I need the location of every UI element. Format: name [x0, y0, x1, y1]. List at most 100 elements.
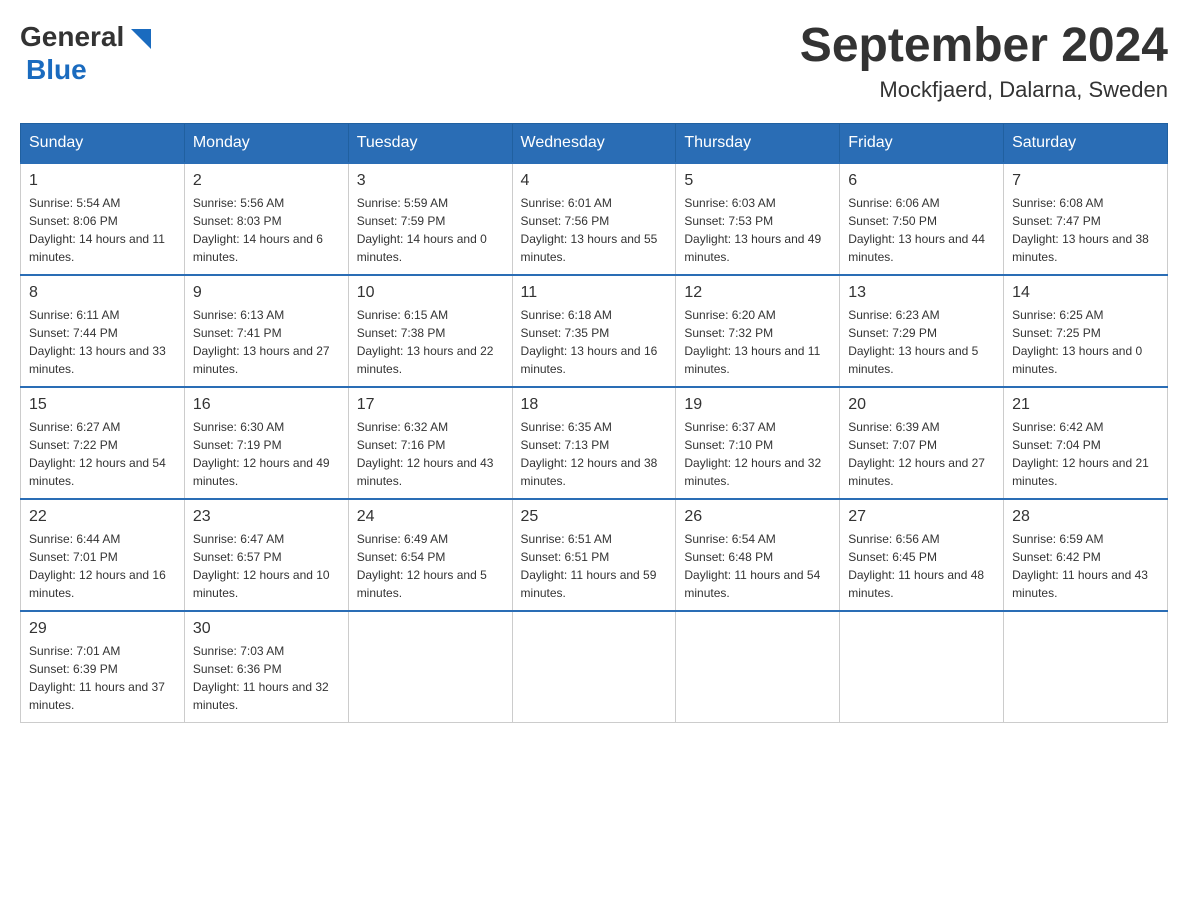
day-number: 7 [1012, 172, 1159, 190]
calendar-cell: 9 Sunrise: 6:13 AMSunset: 7:41 PMDaylight… [184, 275, 348, 387]
day-info: Sunrise: 6:20 AMSunset: 7:32 PMDaylight:… [684, 306, 831, 378]
calendar-week-row: 29Sunrise: 7:01 AMSunset: 6:39 PMDayligh… [21, 611, 1168, 723]
calendar-cell: 2 Sunrise: 5:56 AMSunset: 8:03 PMDaylight… [184, 163, 348, 275]
day-info: Sunrise: 6:27 AMSunset: 7:22 PMDaylight:… [29, 418, 176, 490]
logo-general-text: General [20, 21, 124, 53]
calendar-week-row: 1 Sunrise: 5:54 AMSunset: 8:06 PMDaylight… [21, 163, 1168, 275]
day-info: Sunrise: 6:03 AMSunset: 7:53 PMDaylight:… [684, 194, 831, 266]
day-number: 15 [29, 396, 176, 414]
day-info: Sunrise: 6:06 AMSunset: 7:50 PMDaylight:… [848, 194, 995, 266]
day-number: 20 [848, 396, 995, 414]
logo-triangle-icon [126, 24, 156, 54]
calendar-cell: 30Sunrise: 7:03 AMSunset: 6:36 PMDayligh… [184, 611, 348, 723]
header-wednesday: Wednesday [512, 123, 676, 163]
calendar-cell: 28Sunrise: 6:59 AMSunset: 6:42 PMDayligh… [1004, 499, 1168, 611]
day-number: 3 [357, 172, 504, 190]
calendar-cell [840, 611, 1004, 723]
day-number: 25 [521, 508, 668, 526]
day-number: 6 [848, 172, 995, 190]
day-number: 4 [521, 172, 668, 190]
calendar-cell [676, 611, 840, 723]
calendar-cell: 5 Sunrise: 6:03 AMSunset: 7:53 PMDaylight… [676, 163, 840, 275]
calendar-cell: 23Sunrise: 6:47 AMSunset: 6:57 PMDayligh… [184, 499, 348, 611]
calendar-cell: 14Sunrise: 6:25 AMSunset: 7:25 PMDayligh… [1004, 275, 1168, 387]
day-info: Sunrise: 5:54 AMSunset: 8:06 PMDaylight:… [29, 194, 176, 266]
calendar-cell: 15 Sunrise: 6:27 AMSunset: 7:22 PMDayligh… [21, 387, 185, 499]
day-number: 19 [684, 396, 831, 414]
header-tuesday: Tuesday [348, 123, 512, 163]
day-info: Sunrise: 6:11 AMSunset: 7:44 PMDaylight:… [29, 306, 176, 378]
calendar-table: Sunday Monday Tuesday Wednesday Thursday… [20, 123, 1168, 723]
calendar-cell: 10 Sunrise: 6:15 AMSunset: 7:38 PMDayligh… [348, 275, 512, 387]
day-info: Sunrise: 6:15 AMSunset: 7:38 PMDaylight:… [357, 306, 504, 378]
day-info: Sunrise: 6:56 AMSunset: 6:45 PMDaylight:… [848, 530, 995, 602]
day-info: Sunrise: 6:01 AMSunset: 7:56 PMDaylight:… [521, 194, 668, 266]
day-number: 11 [521, 284, 668, 302]
day-number: 1 [29, 172, 176, 190]
day-number: 28 [1012, 508, 1159, 526]
day-info: Sunrise: 6:35 AMSunset: 7:13 PMDaylight:… [521, 418, 668, 490]
calendar-cell: 11 Sunrise: 6:18 AMSunset: 7:35 PMDayligh… [512, 275, 676, 387]
day-info: Sunrise: 6:30 AMSunset: 7:19 PMDaylight:… [193, 418, 340, 490]
day-info: Sunrise: 5:56 AMSunset: 8:03 PMDaylight:… [193, 194, 340, 266]
calendar-week-row: 15 Sunrise: 6:27 AMSunset: 7:22 PMDayligh… [21, 387, 1168, 499]
calendar-cell: 27 Sunrise: 6:56 AMSunset: 6:45 PMDayligh… [840, 499, 1004, 611]
calendar-cell: 4 Sunrise: 6:01 AMSunset: 7:56 PMDaylight… [512, 163, 676, 275]
calendar-cell: 3 Sunrise: 5:59 AMSunset: 7:59 PMDaylight… [348, 163, 512, 275]
header-monday: Monday [184, 123, 348, 163]
calendar-cell: 8Sunrise: 6:11 AMSunset: 7:44 PMDaylight… [21, 275, 185, 387]
calendar-cell: 1 Sunrise: 5:54 AMSunset: 8:06 PMDaylight… [21, 163, 185, 275]
day-number: 13 [848, 284, 995, 302]
calendar-cell: 6 Sunrise: 6:06 AMSunset: 7:50 PMDaylight… [840, 163, 1004, 275]
day-info: Sunrise: 6:32 AMSunset: 7:16 PMDaylight:… [357, 418, 504, 490]
calendar-cell: 20Sunrise: 6:39 AMSunset: 7:07 PMDayligh… [840, 387, 1004, 499]
day-number: 10 [357, 284, 504, 302]
calendar-cell: 18 Sunrise: 6:35 AMSunset: 7:13 PMDayligh… [512, 387, 676, 499]
page-header: General Blue September 2024 Mockfjaerd, … [20, 20, 1168, 103]
day-info: Sunrise: 6:13 AMSunset: 7:41 PMDaylight:… [193, 306, 340, 378]
calendar-cell: 24 Sunrise: 6:49 AMSunset: 6:54 PMDayligh… [348, 499, 512, 611]
calendar-cell: 21Sunrise: 6:42 AMSunset: 7:04 PMDayligh… [1004, 387, 1168, 499]
day-number: 12 [684, 284, 831, 302]
calendar-cell: 22 Sunrise: 6:44 AMSunset: 7:01 PMDayligh… [21, 499, 185, 611]
calendar-cell: 25 Sunrise: 6:51 AMSunset: 6:51 PMDayligh… [512, 499, 676, 611]
logo: General Blue [20, 20, 156, 86]
day-number: 5 [684, 172, 831, 190]
day-number: 21 [1012, 396, 1159, 414]
day-info: Sunrise: 6:37 AMSunset: 7:10 PMDaylight:… [684, 418, 831, 490]
calendar-subtitle: Mockfjaerd, Dalarna, Sweden [800, 77, 1168, 103]
calendar-cell: 17 Sunrise: 6:32 AMSunset: 7:16 PMDayligh… [348, 387, 512, 499]
day-number: 16 [193, 396, 340, 414]
title-section: September 2024 Mockfjaerd, Dalarna, Swed… [800, 20, 1168, 103]
calendar-week-row: 8Sunrise: 6:11 AMSunset: 7:44 PMDaylight… [21, 275, 1168, 387]
day-info: Sunrise: 6:18 AMSunset: 7:35 PMDaylight:… [521, 306, 668, 378]
header-friday: Friday [840, 123, 1004, 163]
day-info: Sunrise: 6:51 AMSunset: 6:51 PMDaylight:… [521, 530, 668, 602]
header-sunday: Sunday [21, 123, 185, 163]
day-info: Sunrise: 5:59 AMSunset: 7:59 PMDaylight:… [357, 194, 504, 266]
calendar-cell [512, 611, 676, 723]
calendar-cell: 13Sunrise: 6:23 AMSunset: 7:29 PMDayligh… [840, 275, 1004, 387]
day-number: 29 [29, 620, 176, 638]
day-number: 18 [521, 396, 668, 414]
header-thursday: Thursday [676, 123, 840, 163]
day-number: 2 [193, 172, 340, 190]
calendar-cell: 7Sunrise: 6:08 AMSunset: 7:47 PMDaylight… [1004, 163, 1168, 275]
day-number: 17 [357, 396, 504, 414]
day-info: Sunrise: 6:44 AMSunset: 7:01 PMDaylight:… [29, 530, 176, 602]
day-number: 9 [193, 284, 340, 302]
day-number: 30 [193, 620, 340, 638]
day-number: 26 [684, 508, 831, 526]
day-number: 23 [193, 508, 340, 526]
day-info: Sunrise: 6:25 AMSunset: 7:25 PMDaylight:… [1012, 306, 1159, 378]
day-number: 24 [357, 508, 504, 526]
calendar-cell: 29Sunrise: 7:01 AMSunset: 6:39 PMDayligh… [21, 611, 185, 723]
logo-blue-text: Blue [26, 54, 87, 86]
day-number: 22 [29, 508, 176, 526]
calendar-cell: 16 Sunrise: 6:30 AMSunset: 7:19 PMDayligh… [184, 387, 348, 499]
calendar-cell: 26Sunrise: 6:54 AMSunset: 6:48 PMDayligh… [676, 499, 840, 611]
day-info: Sunrise: 6:49 AMSunset: 6:54 PMDaylight:… [357, 530, 504, 602]
day-number: 27 [848, 508, 995, 526]
calendar-cell [348, 611, 512, 723]
calendar-cell: 12 Sunrise: 6:20 AMSunset: 7:32 PMDayligh… [676, 275, 840, 387]
